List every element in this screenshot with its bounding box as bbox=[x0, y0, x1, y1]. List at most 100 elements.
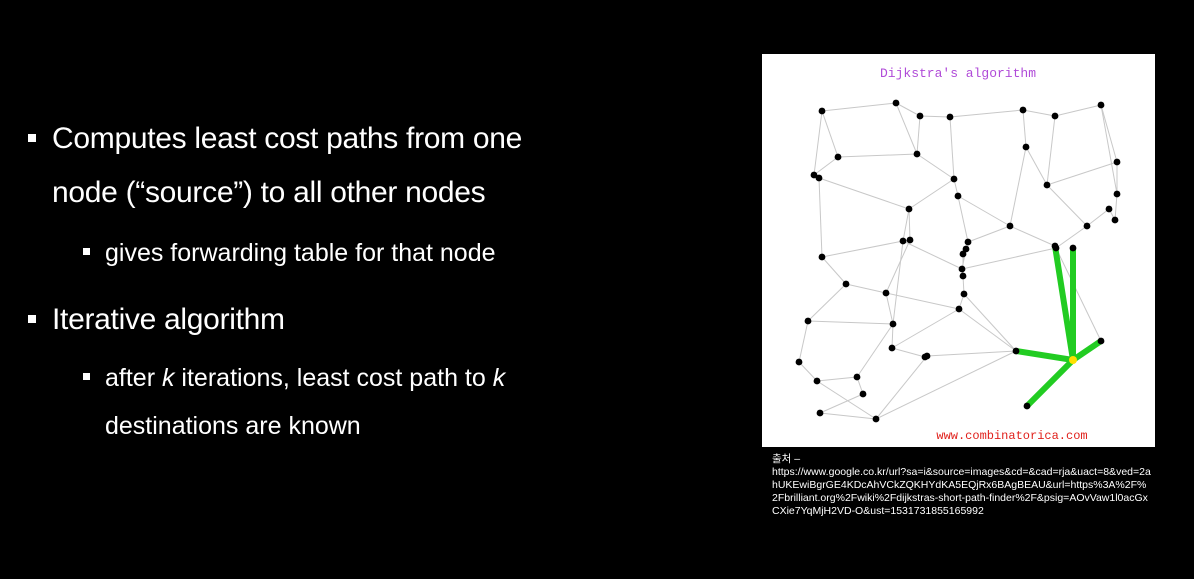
graph-edge bbox=[807, 283, 847, 322]
graph-edge bbox=[916, 115, 921, 155]
graph-node bbox=[892, 99, 900, 107]
graph-node bbox=[1043, 181, 1051, 189]
graph-node bbox=[795, 358, 803, 366]
graph-edge bbox=[1100, 104, 1118, 195]
graph-node bbox=[959, 250, 967, 258]
graph-edge bbox=[821, 256, 847, 285]
graph-edge bbox=[821, 110, 839, 158]
subbullet-text-line2: destinations are known bbox=[105, 412, 361, 440]
graph-edge bbox=[813, 110, 823, 176]
graph-node bbox=[1111, 216, 1119, 224]
graph-node bbox=[1097, 101, 1105, 109]
graph-edge bbox=[816, 376, 858, 382]
graph-edge bbox=[837, 153, 918, 158]
graph-node bbox=[1022, 143, 1030, 151]
graph-node bbox=[964, 238, 972, 246]
graph-node bbox=[1051, 112, 1059, 120]
graph-edge bbox=[875, 350, 1017, 420]
graph-node bbox=[882, 289, 890, 297]
subbullet-square-icon bbox=[83, 373, 90, 380]
graph-node bbox=[916, 112, 924, 120]
graph-node bbox=[1023, 402, 1031, 410]
graph-edge bbox=[1054, 104, 1102, 117]
graph-edge bbox=[885, 292, 894, 325]
graph-edge bbox=[856, 323, 894, 378]
graph-node bbox=[859, 390, 867, 398]
graph-node bbox=[905, 205, 913, 213]
graph-node bbox=[923, 352, 931, 360]
path-edge bbox=[1024, 357, 1076, 409]
graph-node bbox=[906, 236, 914, 244]
graph-edge bbox=[908, 208, 911, 241]
graph-edge bbox=[961, 247, 1057, 270]
graph-node bbox=[955, 305, 963, 313]
graph-node bbox=[1105, 205, 1113, 213]
path-edge bbox=[1070, 338, 1104, 363]
graph-edge bbox=[818, 177, 823, 258]
graph-edge bbox=[1009, 225, 1056, 247]
graph-edge bbox=[1025, 146, 1048, 186]
graph-edge bbox=[963, 293, 1017, 352]
graph-edge bbox=[1022, 109, 1056, 117]
graph-node bbox=[960, 290, 968, 298]
bullet-text-line2: node (“source”) to all other nodes bbox=[52, 176, 486, 209]
caption-url: https://www.google.co.kr/url?sa=i&source… bbox=[772, 466, 1151, 517]
graph-node bbox=[818, 107, 826, 115]
graph-edge bbox=[1022, 109, 1027, 148]
bullet-list: Computes least cost paths from one node … bbox=[0, 0, 740, 579]
graph-diagram: Dijkstra's algorithm www.combinatorica.c… bbox=[795, 66, 1121, 443]
graph-node bbox=[815, 174, 823, 182]
graph-edge bbox=[821, 240, 904, 258]
graph-edge bbox=[957, 195, 1011, 227]
graph-edge bbox=[821, 102, 897, 112]
graph-edge bbox=[916, 153, 955, 180]
graph-node bbox=[842, 280, 850, 288]
bullet-square-icon bbox=[28, 134, 36, 142]
subbullet-text-line1: after k iterations, least cost path to k bbox=[105, 364, 506, 392]
graph-edge bbox=[949, 116, 955, 180]
graph-edges bbox=[798, 102, 1118, 420]
graph-node bbox=[804, 317, 812, 325]
graph-node bbox=[958, 265, 966, 273]
graph-edge bbox=[919, 115, 951, 118]
source-node bbox=[1069, 356, 1077, 364]
graph-node bbox=[889, 320, 897, 328]
graph-edge bbox=[891, 323, 894, 349]
graph-node bbox=[1052, 244, 1060, 252]
graph-node bbox=[813, 377, 821, 385]
graph-node bbox=[1019, 106, 1027, 114]
graph-edge bbox=[957, 195, 969, 243]
graph-node bbox=[1097, 337, 1105, 345]
graph-edge bbox=[1046, 161, 1118, 186]
graph-edge bbox=[958, 308, 1017, 352]
graph-node bbox=[1083, 222, 1091, 230]
graph-edge bbox=[885, 292, 960, 310]
graph-node bbox=[1006, 222, 1014, 230]
graph-edge bbox=[1100, 104, 1118, 163]
graph-edge bbox=[1046, 184, 1088, 227]
graph-edge bbox=[845, 283, 887, 294]
graph-node bbox=[959, 272, 967, 280]
graph-node bbox=[888, 344, 896, 352]
graph-edge bbox=[892, 240, 904, 325]
graph-node bbox=[816, 409, 824, 417]
graph-edge bbox=[949, 109, 1024, 118]
graph-node bbox=[1113, 190, 1121, 198]
graph-node bbox=[954, 192, 962, 200]
subbullet-square-icon bbox=[83, 248, 90, 255]
graph-node bbox=[899, 237, 907, 245]
graph-node bbox=[872, 415, 880, 423]
graph-edge bbox=[818, 177, 910, 210]
bullet-text: Iterative algorithm bbox=[52, 303, 285, 336]
graph-edge bbox=[902, 240, 963, 270]
graph-node bbox=[818, 253, 826, 261]
bullet-square-icon bbox=[28, 315, 36, 323]
graph-edge bbox=[908, 178, 955, 210]
graph-node bbox=[1113, 158, 1121, 166]
graph-edge bbox=[1086, 208, 1110, 227]
graph-edge bbox=[895, 102, 921, 117]
subbullet-text: gives forwarding table for that node bbox=[105, 239, 496, 267]
shortest-path-edges bbox=[1013, 243, 1104, 409]
graph-edge bbox=[798, 361, 818, 382]
path-edge bbox=[1013, 348, 1076, 363]
